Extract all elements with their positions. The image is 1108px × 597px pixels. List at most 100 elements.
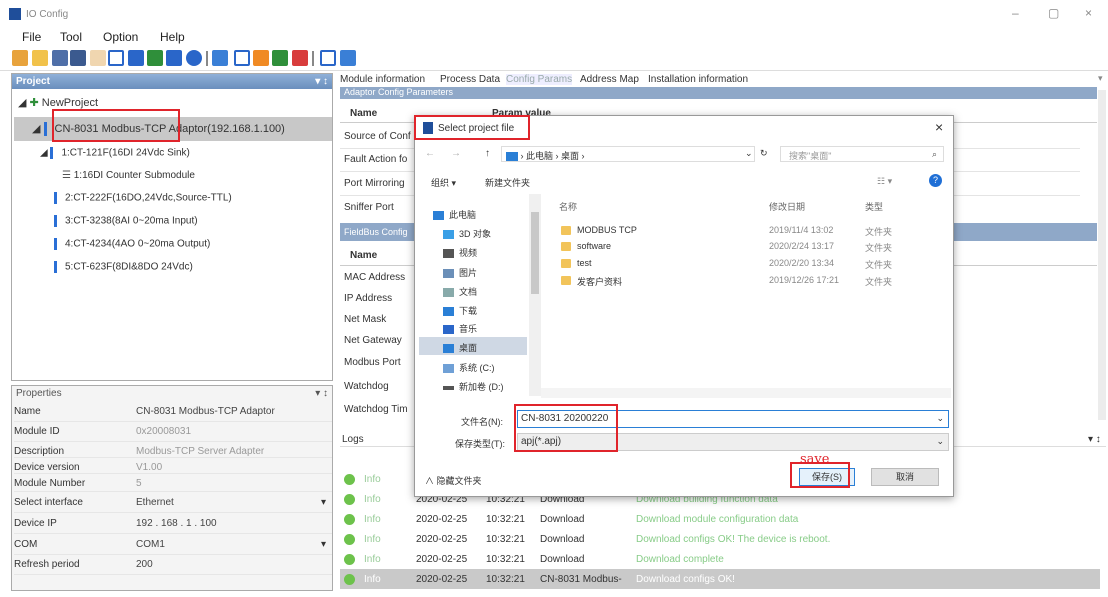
search-icon[interactable] [108, 50, 124, 66]
column-modified-date[interactable]: 修改日期 [769, 200, 805, 213]
tree-module[interactable]: 2:CT-222F(16DO,24Vdc,Source-TTL) [54, 192, 232, 204]
file-name: test [577, 258, 592, 268]
module-add-icon[interactable] [272, 50, 288, 66]
param-name: Watchdog Tim [344, 404, 408, 415]
tree-module[interactable]: 5:CT-623F(8DI&8DO 24Vdc) [54, 261, 193, 273]
tree-module[interactable]: ◢ 1:CT-121F(16DI 24Vdc Sink) [40, 147, 190, 159]
column-name: Name [350, 250, 378, 261]
param-name: Modbus Port [344, 357, 401, 368]
folder-icon [561, 242, 571, 251]
file-row[interactable]: software 2020/2/24 13:17 文件夹 [561, 239, 921, 255]
file-row[interactable]: 发客户资料 2019/12/26 17:21 文件夹 [561, 273, 921, 289]
property-value: V1.00 [136, 462, 163, 473]
com-dropdown[interactable]: COM1 [136, 539, 165, 550]
view-options-icon[interactable]: ☷ ▾ [877, 176, 892, 187]
tab-process-data[interactable]: Process Data [440, 74, 500, 85]
hide-folders-toggle[interactable]: ∧ 隐藏文件夹 [425, 474, 482, 487]
nav-music[interactable]: 音乐 [443, 322, 477, 335]
chevron-down-icon[interactable]: ⌄ [936, 413, 944, 424]
nav-volume-d[interactable]: 新加卷 (D:) [443, 380, 504, 393]
menu-file[interactable]: File [22, 30, 41, 44]
nav-downloads[interactable]: 下载 [443, 304, 477, 317]
submodule-icon: ☰ [62, 170, 71, 181]
tree-module[interactable]: 4:CT-4234(4AO 0~20ma Output) [54, 238, 210, 250]
download-icon[interactable] [147, 50, 163, 66]
save-icon[interactable] [52, 50, 68, 66]
maximize-button[interactable]: ▢ [1048, 6, 1059, 20]
stop-icon[interactable] [166, 50, 182, 66]
dialog-close-button[interactable]: × [935, 119, 943, 135]
save-as-icon[interactable] [70, 50, 86, 66]
column-name[interactable]: 名称 [559, 200, 577, 213]
breadcrumb-this-pc[interactable]: 此电脑 [526, 151, 553, 161]
menu-tool[interactable]: Tool [60, 30, 82, 44]
print-icon[interactable] [90, 50, 106, 66]
chevron-down-icon[interactable]: ⌄ [936, 436, 944, 447]
file-row[interactable]: test 2020/2/20 13:34 文件夹 [561, 256, 921, 272]
nav-desktop[interactable]: 桌面 [443, 341, 477, 354]
tab-installation-information[interactable]: Installation information [648, 74, 748, 85]
tab-address-map[interactable]: Address Map [580, 74, 639, 85]
search-icon: ⌕ [931, 149, 937, 159]
window-icon[interactable] [340, 50, 356, 66]
new-folder-button[interactable]: 新建文件夹 [485, 176, 530, 189]
up-arrow-icon[interactable]: ↑ [485, 148, 490, 159]
dropdown-arrow-icon[interactable]: ▾ [321, 497, 326, 508]
property-key: Select interface [14, 497, 83, 508]
tab-module-information[interactable]: Module information [340, 74, 425, 85]
breadcrumb-desktop[interactable]: 桌面 [561, 151, 579, 161]
horizontal-scrollbar[interactable] [541, 388, 951, 398]
close-button[interactable]: × [1085, 6, 1092, 20]
pin-icon[interactable]: ▾ ↕ [315, 76, 328, 87]
pin-icon[interactable]: ▾ ↕ [315, 388, 328, 399]
upload-icon[interactable] [128, 50, 144, 66]
open-folder-icon[interactable] [32, 50, 48, 66]
home-icon[interactable] [12, 50, 28, 66]
power-icon[interactable] [253, 50, 269, 66]
select-interface-dropdown[interactable]: Ethernet [136, 497, 174, 508]
tree-submodule[interactable]: ☰ 1:16DI Counter Submodule [62, 170, 195, 181]
nav-this-pc[interactable]: 此电脑 [433, 208, 476, 221]
organize-button[interactable]: 组织 ▾ [431, 176, 456, 189]
nav-label: 图片 [459, 268, 478, 278]
vertical-scrollbar[interactable] [1098, 90, 1106, 420]
device-ip-field[interactable]: 192 . 168 . 1 . 100 [136, 518, 217, 529]
address-bar[interactable]: › 此电脑 › 桌面 › [501, 146, 755, 162]
search-input[interactable]: 搜索"桌面" ⌕ [780, 146, 944, 162]
menu-help[interactable]: Help [160, 30, 185, 44]
back-arrow-icon[interactable]: ← [425, 148, 435, 159]
nav-documents[interactable]: 文档 [443, 285, 477, 298]
grid-icon[interactable] [212, 50, 228, 66]
cancel-button[interactable]: 取消 [871, 468, 939, 486]
monitor-icon[interactable] [234, 50, 250, 66]
record-icon[interactable] [186, 50, 202, 66]
scroll-arrow-icon[interactable]: ▾ [1098, 73, 1103, 84]
log-source: Download [540, 514, 585, 525]
tree-module[interactable]: 3:CT-3238(8AI 0~20ma Input) [54, 215, 198, 227]
help-icon[interactable]: ? [929, 174, 942, 187]
nav-3d-objects[interactable]: 3D 对象 [443, 227, 491, 240]
property-value[interactable]: CN-8031 Modbus-TCP Adaptor [136, 406, 275, 417]
chevron-down-icon[interactable]: ⌄ [745, 148, 753, 159]
log-source: Download [540, 534, 585, 545]
chat-icon[interactable] [320, 50, 336, 66]
file-row[interactable]: MODBUS TCP 2019/11/4 13:02 文件夹 [561, 223, 921, 239]
delete-icon[interactable] [292, 50, 308, 66]
log-row-selected[interactable]: Info 2020-02-25 10:32:21 CN-8031 Modbus- Dow… [340, 569, 1100, 589]
minimize-button[interactable]: – [1012, 6, 1019, 20]
column-type[interactable]: 类型 [865, 200, 883, 213]
nav-pictures[interactable]: 图片 [443, 266, 477, 279]
nav-videos[interactable]: 视频 [443, 246, 477, 259]
nav-scrollbar-thumb[interactable] [531, 212, 539, 294]
tree-root[interactable]: ◢ ✚ NewProject [18, 96, 98, 109]
menu-option[interactable]: Option [103, 30, 138, 44]
dropdown-arrow-icon[interactable]: ▾ [321, 539, 326, 550]
nav-system-c[interactable]: 系统 (C:) [443, 361, 495, 374]
tab-config-params[interactable]: Config Params [506, 74, 573, 85]
log-source: CN-8031 Modbus- [540, 574, 622, 585]
pin-icon[interactable]: ▾ ↕ [1088, 434, 1101, 445]
log-level: Info [364, 474, 381, 485]
forward-arrow-icon[interactable]: → [451, 148, 461, 159]
refresh-icon[interactable]: ↻ [760, 148, 768, 159]
refresh-period-field[interactable]: 200 [136, 559, 153, 570]
